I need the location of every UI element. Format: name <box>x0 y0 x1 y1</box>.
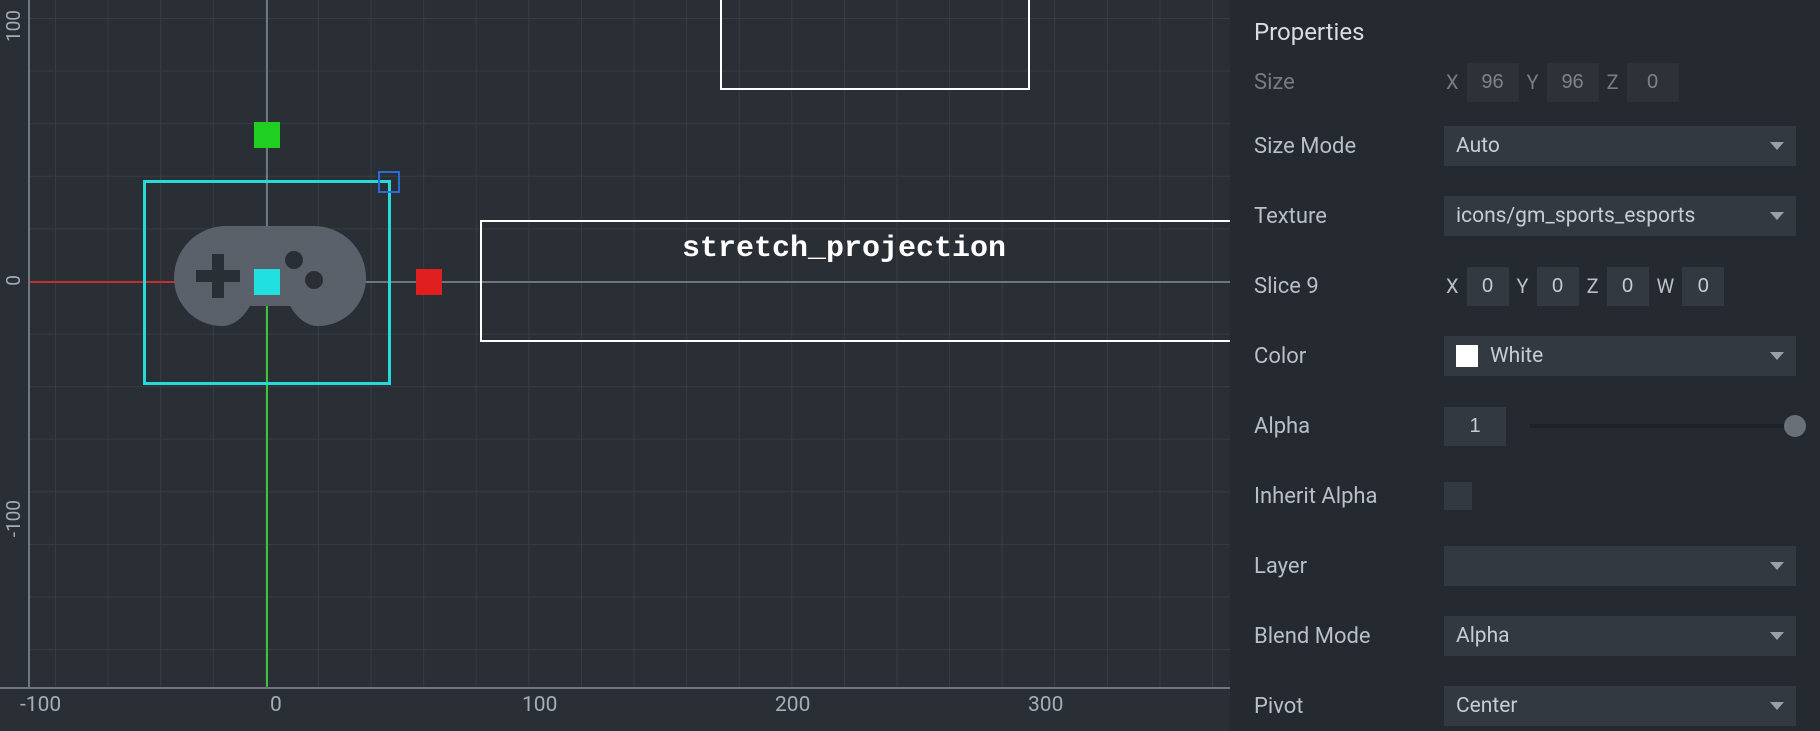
ruler-vertical: 100 0 -100 <box>0 0 30 687</box>
node-outline-top[interactable] <box>720 0 1030 90</box>
size-x-input[interactable] <box>1467 63 1519 102</box>
pivot-dropdown[interactable]: Center <box>1444 686 1796 726</box>
texture-dropdown[interactable]: icons/gm_sports_esports <box>1444 196 1796 236</box>
properties-panel: Properties Size X Y Z Size Mode Auto Tex… <box>1230 0 1820 731</box>
panel-title: Properties <box>1254 18 1796 46</box>
ruler-horizontal: -100 0 100 200 300 <box>0 687 1230 731</box>
slice9-x-input[interactable] <box>1467 267 1509 306</box>
property-row-blend-mode: Blend Mode Alpha <box>1254 614 1796 658</box>
property-row-alpha: Alpha <box>1254 404 1796 448</box>
node-name-label: stretch_projection <box>682 232 1006 266</box>
slice9-w-input[interactable] <box>1682 267 1724 306</box>
slice9-y-input[interactable] <box>1537 267 1579 306</box>
chevron-down-icon <box>1770 632 1784 640</box>
layer-dropdown[interactable] <box>1444 546 1796 586</box>
property-row-size-mode: Size Mode Auto <box>1254 124 1796 168</box>
property-row-pivot: Pivot Center <box>1254 684 1796 728</box>
inherit-alpha-checkbox[interactable] <box>1444 482 1472 510</box>
chevron-down-icon <box>1770 142 1784 150</box>
gizmo-handle-x[interactable] <box>416 269 442 295</box>
blend-mode-dropdown[interactable]: Alpha <box>1444 616 1796 656</box>
chevron-down-icon <box>1770 562 1784 570</box>
selection-resize-handle[interactable] <box>378 171 400 193</box>
alpha-slider-thumb[interactable] <box>1784 415 1806 437</box>
chevron-down-icon <box>1770 352 1784 360</box>
gizmo-handle-y[interactable] <box>254 122 280 148</box>
color-dropdown[interactable]: White <box>1444 336 1796 376</box>
alpha-slider[interactable] <box>1530 424 1796 428</box>
property-row-layer: Layer <box>1254 544 1796 588</box>
size-y-input[interactable] <box>1547 63 1599 102</box>
gizmo-handle-xy[interactable] <box>254 269 280 295</box>
slice9-z-input[interactable] <box>1607 267 1649 306</box>
size-z-input[interactable] <box>1627 63 1679 102</box>
alpha-input[interactable] <box>1444 407 1506 446</box>
scene-canvas[interactable]: stretch_projection -100 0 100 200 300 10… <box>0 0 1230 731</box>
property-row-texture: Texture icons/gm_sports_esports <box>1254 194 1796 238</box>
property-row-size: Size X Y Z <box>1254 60 1796 104</box>
property-row-slice9: Slice 9 X Y Z W <box>1254 264 1796 308</box>
color-swatch-icon <box>1456 345 1478 367</box>
chevron-down-icon <box>1770 212 1784 220</box>
chevron-down-icon <box>1770 702 1784 710</box>
size-mode-dropdown[interactable]: Auto <box>1444 126 1796 166</box>
property-row-color: Color White <box>1254 334 1796 378</box>
property-row-inherit-alpha: Inherit Alpha <box>1254 474 1796 518</box>
